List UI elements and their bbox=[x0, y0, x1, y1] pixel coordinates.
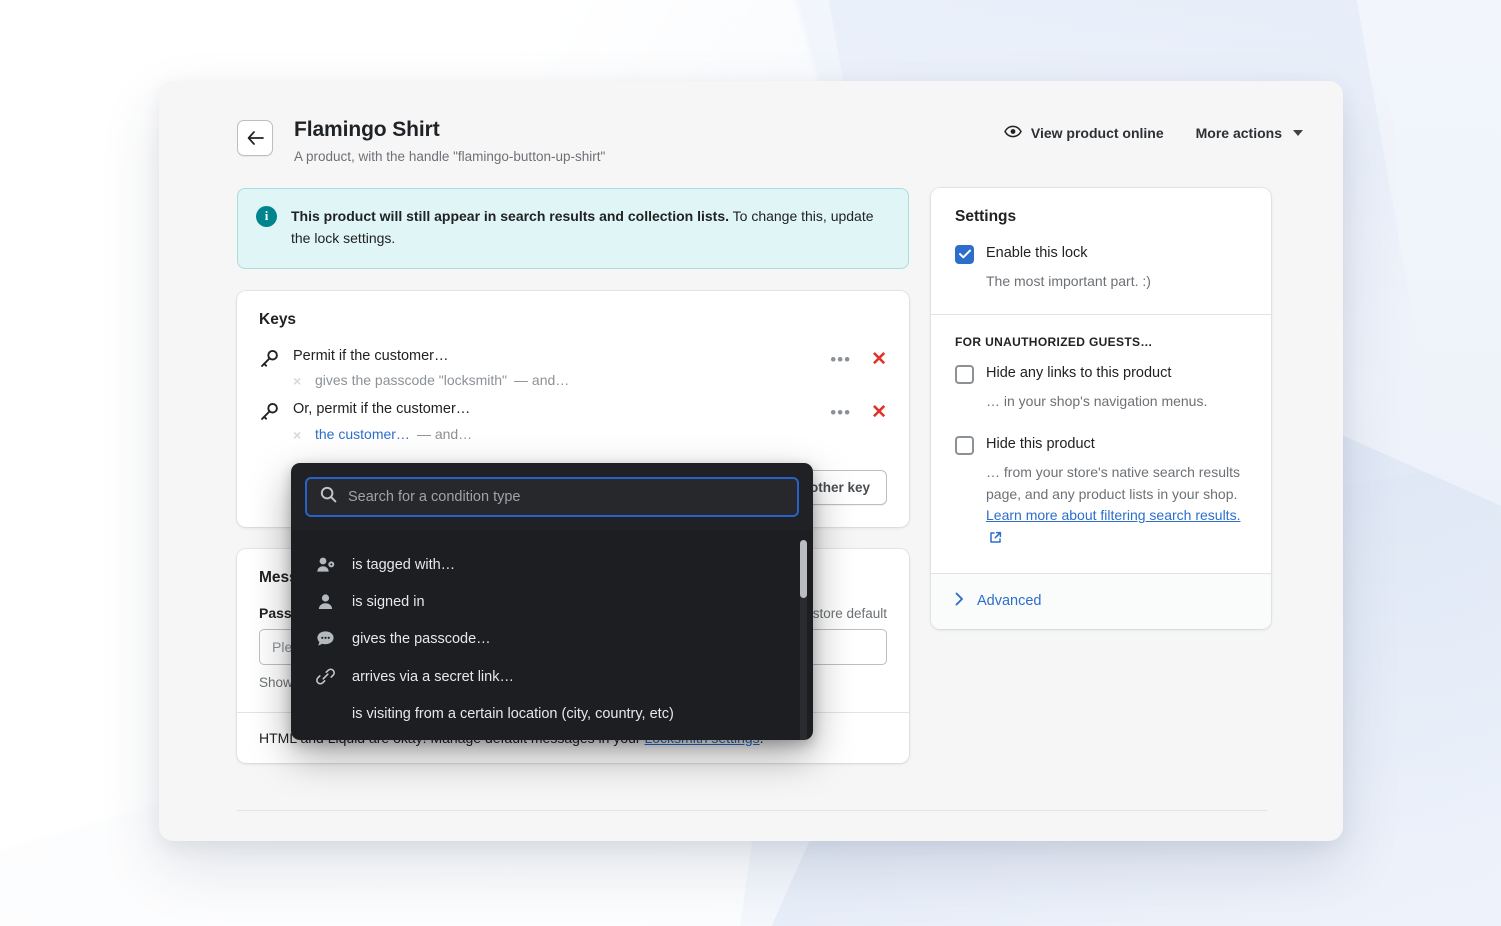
keys-card-title: Keys bbox=[259, 310, 297, 328]
back-button[interactable] bbox=[237, 120, 273, 156]
condition-search-box[interactable]: Search for a condition type bbox=[305, 477, 799, 517]
key-icon bbox=[259, 400, 293, 427]
hide-links-description: … in your shop's navigation menus. bbox=[986, 393, 1208, 410]
hide-product-description: … from your store's native search result… bbox=[955, 462, 1247, 551]
condition-option-is-visiting-from-a-certain-location[interactable]: is visiting from a certain location (cit… bbox=[291, 696, 813, 732]
hide-links-checkbox[interactable] bbox=[955, 365, 974, 385]
header-actions: View product online More actions bbox=[1004, 125, 1303, 141]
hide-product-checkbox[interactable] bbox=[955, 436, 974, 456]
condition-tail: — and… bbox=[514, 372, 570, 389]
key-row-head: Or, permit if the customer… bbox=[293, 401, 471, 418]
unauthorized-guests-section: FOR UNAUTHORIZED GUESTS… Hide any links … bbox=[931, 314, 1271, 572]
condition-type-popover: Search for a condition type is tagged wi… bbox=[291, 463, 813, 740]
advanced-toggle[interactable]: Advanced bbox=[931, 572, 1271, 629]
filtering-search-results-link[interactable]: Learn more about filtering search result… bbox=[986, 507, 1240, 523]
condition-option-gives-the-passcode[interactable]: gives the passcode… bbox=[291, 620, 813, 657]
popover-search-area: Search for a condition type bbox=[291, 463, 813, 530]
popover-scrollbar-thumb[interactable] bbox=[800, 540, 807, 598]
settings-section: Settings Enable this lock The most impor… bbox=[931, 188, 1271, 315]
enable-lock-checkbox[interactable] bbox=[955, 244, 974, 264]
search-icon bbox=[320, 486, 337, 508]
arrow-left-icon bbox=[247, 131, 264, 145]
key-row-delete-button[interactable]: ✕ bbox=[871, 403, 887, 422]
key-row-head: Permit if the customer… bbox=[293, 347, 449, 364]
key-row: Permit if the customer… × gives the pass… bbox=[259, 347, 887, 389]
side-column: Settings Enable this lock The most impor… bbox=[931, 187, 1271, 629]
view-product-online-button[interactable]: View product online bbox=[1004, 125, 1164, 141]
key-row-condition: × the customer… — and… bbox=[293, 425, 820, 443]
key-row-menu-button[interactable]: ••• bbox=[830, 404, 851, 421]
advanced-label: Advanced bbox=[977, 593, 1042, 610]
chat-bubble-icon bbox=[315, 630, 335, 647]
person-tag-icon bbox=[315, 556, 335, 573]
info-banner-text: This product will still appear in search… bbox=[291, 205, 890, 250]
key-row-body: Permit if the customer… × gives the pass… bbox=[293, 347, 820, 390]
condition-option-label: is signed in bbox=[352, 593, 425, 610]
hide-product-label: Hide this product bbox=[986, 436, 1095, 453]
hide-links-option: Hide any links to this product … in your… bbox=[955, 364, 1247, 413]
condition-text[interactable]: the customer… bbox=[315, 426, 410, 442]
hide-links-label: Hide any links to this product bbox=[986, 365, 1172, 382]
page-subtitle: A product, with the handle "flamingo-but… bbox=[294, 149, 606, 165]
condition-option-arrives-via-a-secret-link[interactable]: arrives via a secret link… bbox=[291, 657, 813, 696]
condition-remove-icon[interactable]: × bbox=[293, 373, 301, 389]
external-link-icon bbox=[989, 529, 1002, 551]
more-actions-label: More actions bbox=[1195, 125, 1282, 141]
key-icon bbox=[259, 347, 293, 374]
settings-title: Settings bbox=[955, 207, 1017, 225]
checkmark-icon bbox=[958, 249, 971, 259]
key-row: Or, permit if the customer… × the custom… bbox=[259, 400, 887, 443]
condition-option-label: is tagged with… bbox=[352, 556, 456, 573]
unauthorized-guests-heading: FOR UNAUTHORIZED GUESTS… bbox=[955, 335, 1153, 350]
condition-option-label: gives the passcode… bbox=[352, 630, 491, 647]
condition-search-placeholder: Search for a condition type bbox=[348, 489, 521, 505]
hide-product-row: Hide this product bbox=[955, 435, 1247, 456]
hide-product-option: Hide this product … from your store's na… bbox=[955, 435, 1247, 551]
chevron-down-icon bbox=[1293, 130, 1303, 136]
condition-text[interactable]: gives the passcode "locksmith" bbox=[315, 372, 507, 388]
key-row-condition: × gives the passcode "locksmith" — and… bbox=[293, 372, 820, 389]
person-icon bbox=[315, 593, 335, 610]
key-row-actions: ••• ✕ bbox=[820, 347, 887, 369]
enable-lock-label: Enable this lock bbox=[986, 244, 1088, 261]
settings-card: Settings Enable this lock The most impor… bbox=[931, 187, 1271, 629]
page-header: Flamingo Shirt A product, with the handl… bbox=[237, 117, 1303, 166]
condition-option-is-signed-in[interactable]: is signed in bbox=[291, 583, 813, 620]
more-actions-button[interactable]: More actions bbox=[1196, 125, 1303, 141]
hide-links-row: Hide any links to this product bbox=[955, 364, 1247, 385]
header-titles: Flamingo Shirt A product, with the handl… bbox=[294, 117, 1004, 166]
condition-remove-icon[interactable]: × bbox=[293, 427, 301, 443]
info-icon: i bbox=[256, 205, 277, 227]
hide-product-desc-text: … from your store's native search result… bbox=[986, 464, 1240, 502]
info-banner: i This product will still appear in sear… bbox=[237, 187, 909, 269]
link-icon bbox=[315, 667, 335, 686]
view-product-online-label: View product online bbox=[1030, 125, 1164, 141]
condition-type-list: is tagged with… is signed in gives the p… bbox=[291, 530, 813, 740]
bottom-divider bbox=[237, 810, 1267, 811]
condition-option-label: arrives via a secret link… bbox=[352, 668, 514, 685]
eye-icon bbox=[1004, 125, 1022, 141]
condition-option-is-tagged-with[interactable]: is tagged with… bbox=[291, 546, 813, 583]
key-row-actions: ••• ✕ bbox=[820, 400, 887, 422]
chevron-right-icon bbox=[955, 592, 964, 611]
key-row-delete-button[interactable]: ✕ bbox=[871, 350, 887, 369]
key-row-menu-button[interactable]: ••• bbox=[830, 351, 851, 368]
enable-lock-description: The most important part. :) bbox=[986, 272, 1151, 289]
info-banner-strong: This product will still appear in search… bbox=[291, 207, 729, 224]
enable-lock-row: Enable this lock bbox=[955, 244, 1247, 264]
condition-option-label: is visiting from a certain location (cit… bbox=[352, 706, 674, 722]
key-row-body: Or, permit if the customer… × the custom… bbox=[293, 400, 820, 443]
page-title: Flamingo Shirt bbox=[294, 118, 440, 141]
condition-tail: — and… bbox=[416, 425, 473, 442]
